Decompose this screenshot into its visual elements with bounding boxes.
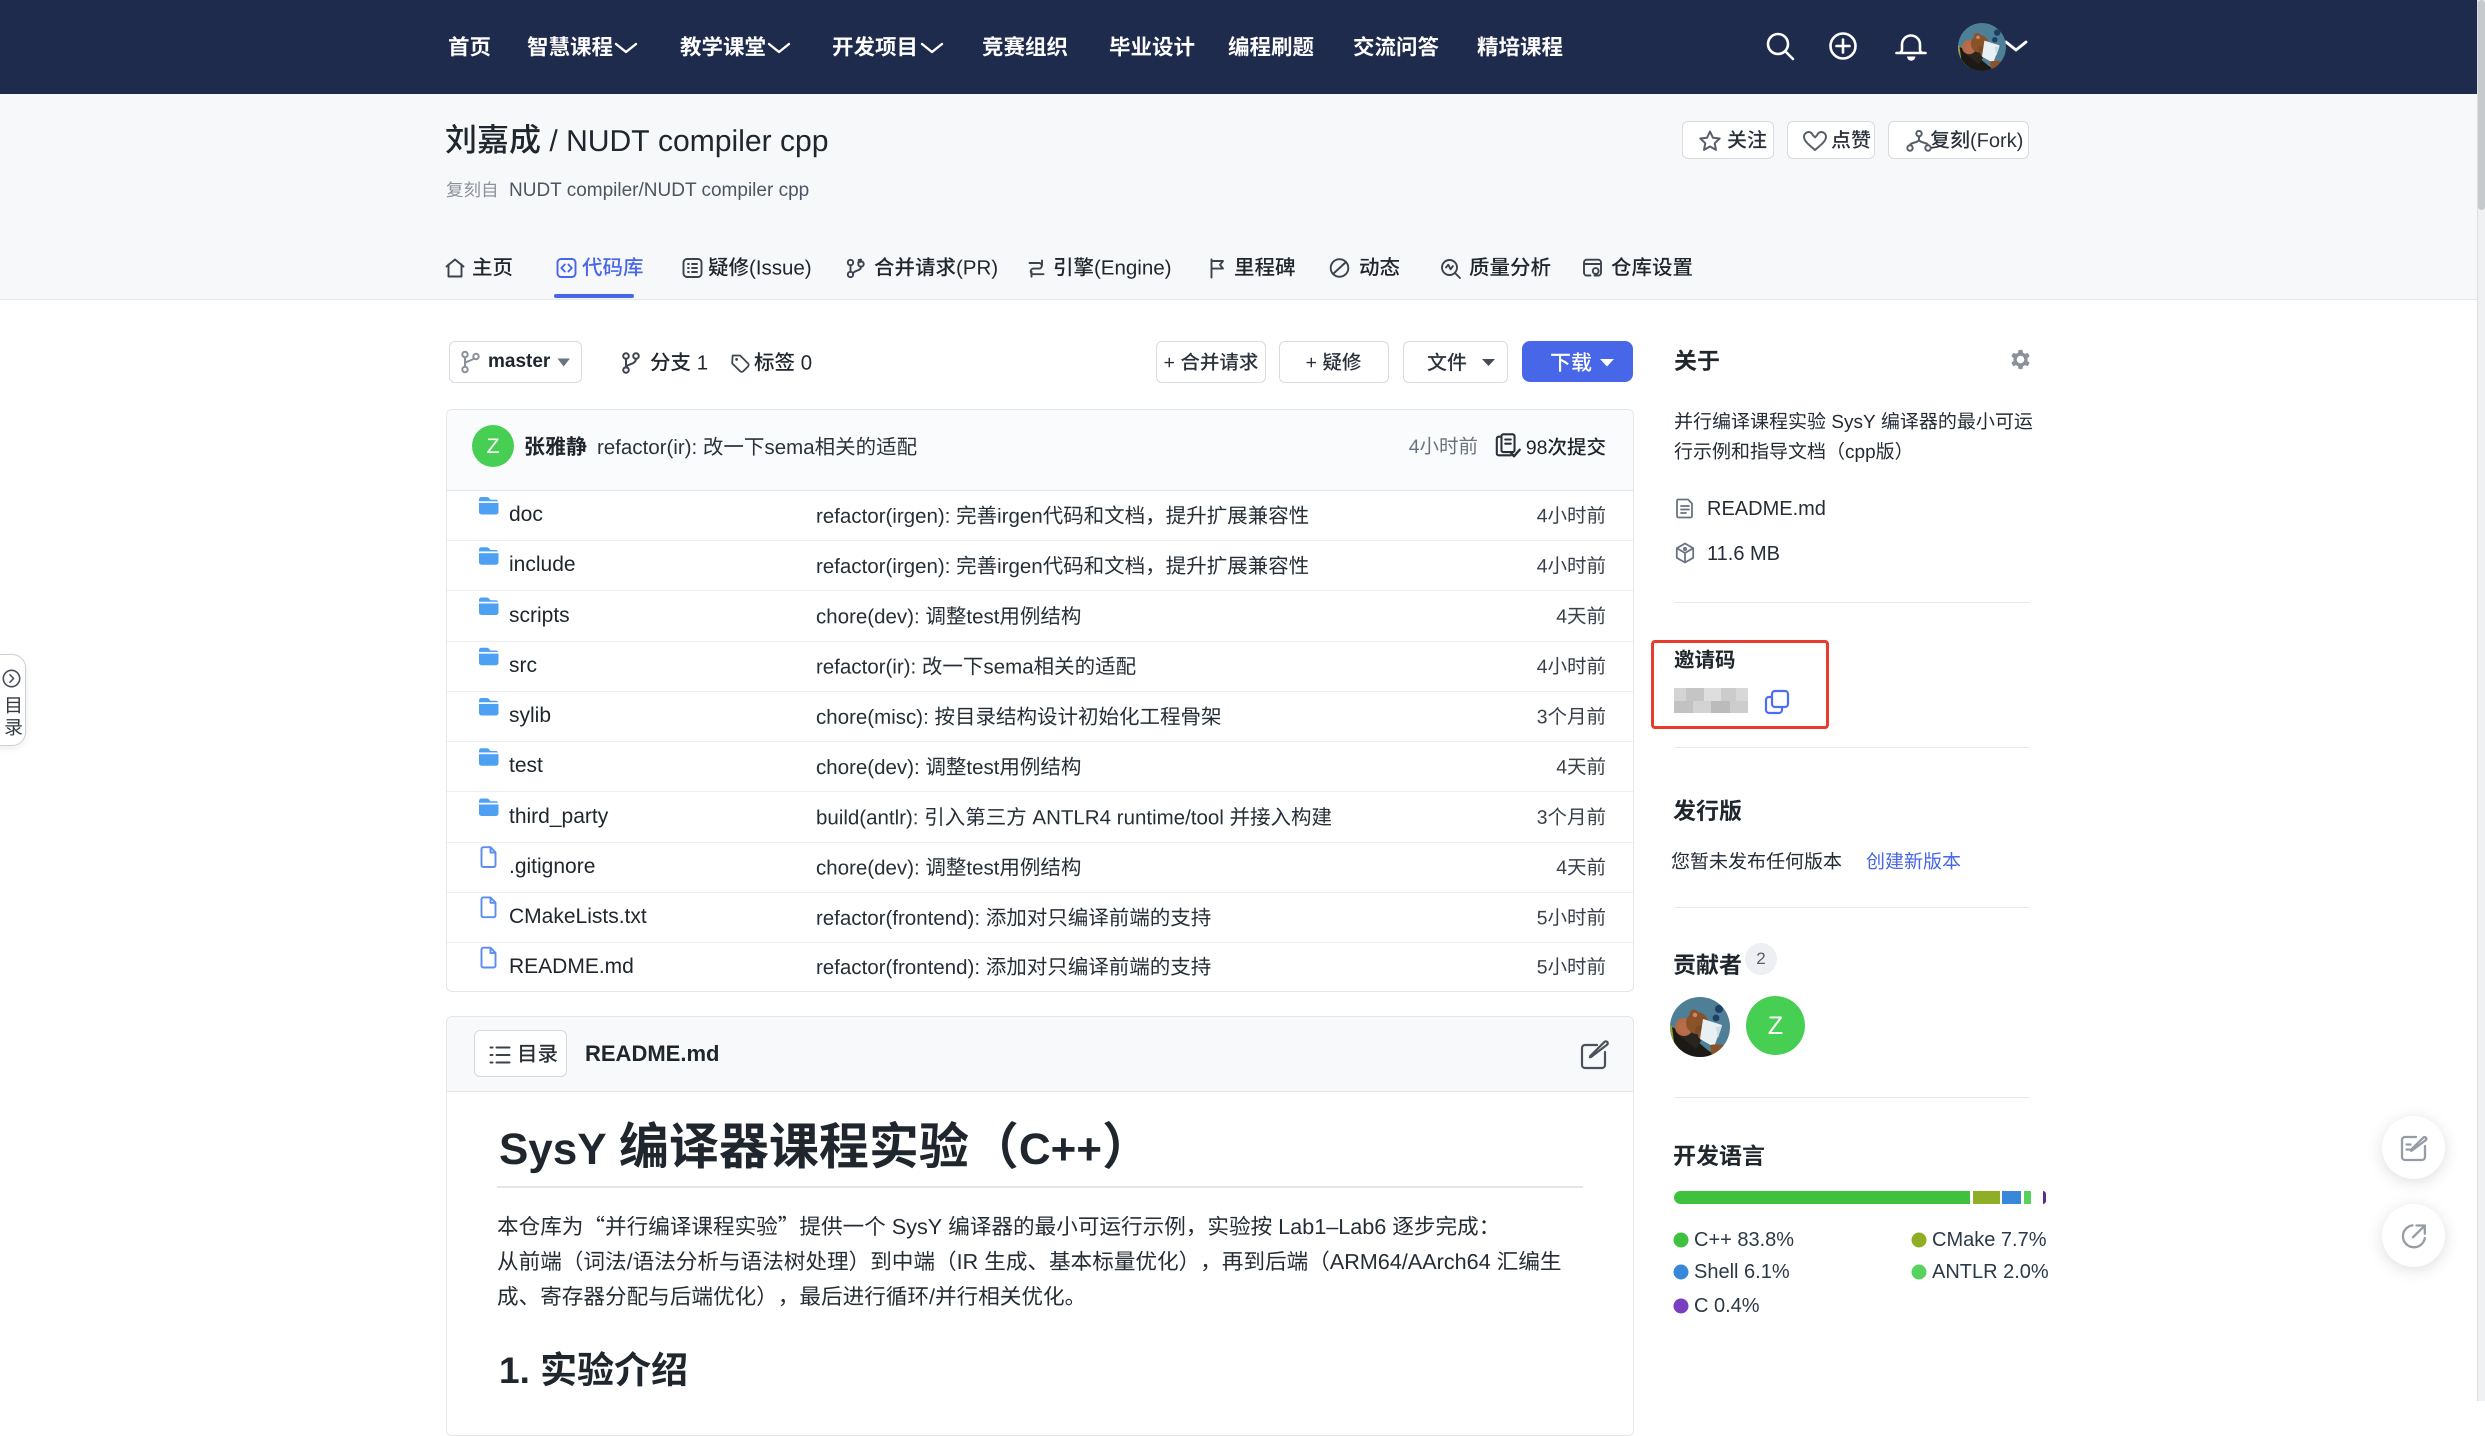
svg-text:Z: Z xyxy=(1768,1012,1783,1040)
svg-text:Z: Z xyxy=(487,435,500,458)
